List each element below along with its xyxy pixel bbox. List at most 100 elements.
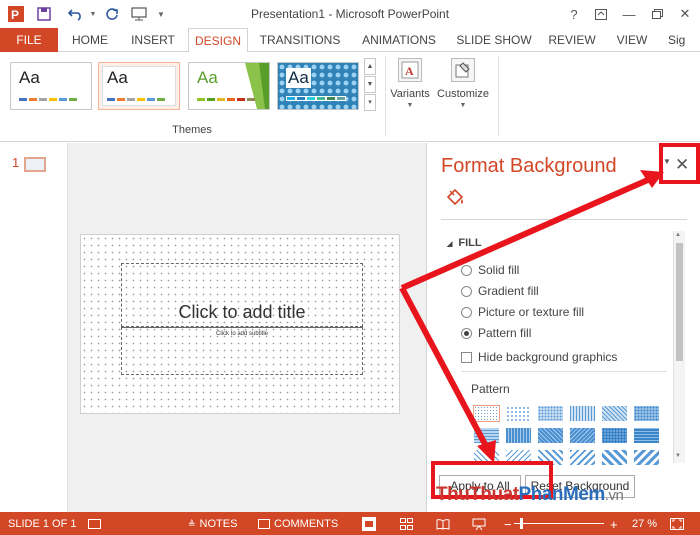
pane-scrollbar[interactable]: ▲ ▼ <box>673 231 685 463</box>
solid-fill-option[interactable]: Solid fill <box>461 262 519 278</box>
notes-button[interactable]: ≜ NOTES <box>188 517 237 531</box>
pattern-swatch[interactable] <box>633 449 660 466</box>
pattern-fill-label: Pattern fill <box>478 326 532 340</box>
pane-title: Format Background <box>441 155 617 177</box>
reading-view-icon[interactable] <box>436 517 450 531</box>
gallery-scroll-up-icon[interactable]: ▲ <box>364 58 376 75</box>
zoom-level[interactable]: 27 % <box>632 517 657 531</box>
tab-animations[interactable]: ANIMATIONS <box>352 28 446 52</box>
variants-button[interactable]: A Variants ▼ <box>380 56 440 122</box>
pattern-swatch[interactable] <box>537 449 564 466</box>
tab-design[interactable]: DESIGN <box>188 28 248 53</box>
site-watermark: ThuThuatPhanMem.vn <box>436 484 624 505</box>
gradient-fill-label: Gradient fill <box>478 284 539 298</box>
hide-graphics-checkbox[interactable] <box>461 351 472 363</box>
pattern-swatch[interactable] <box>633 427 660 444</box>
comments-button[interactable]: COMMENTS <box>258 517 338 531</box>
fit-to-window-icon[interactable] <box>670 517 684 531</box>
subtitle-placeholder[interactable]: Click to add subtitle <box>121 327 363 375</box>
themes-group-label: Themes <box>172 124 212 136</box>
pattern-label: Pattern <box>471 382 510 396</box>
format-background-pane: Format Background ▼ ✕ ◢ FILL Solid fill G… <box>426 143 700 512</box>
fill-section-header[interactable]: ◢ FILL <box>447 237 482 249</box>
pattern-swatch[interactable] <box>505 427 532 444</box>
hide-graphics-label: Hide background graphics <box>478 350 618 364</box>
variants-icon: A <box>398 58 422 82</box>
comments-icon <box>258 519 270 529</box>
theme-sample-text: Aa <box>197 68 218 87</box>
solid-fill-radio[interactable] <box>461 264 472 276</box>
tab-review[interactable]: REVIEW <box>544 28 600 52</box>
tab-signed-in[interactable]: Sig <box>668 28 700 52</box>
pattern-swatch[interactable] <box>569 427 596 444</box>
slide-editor: Click to add title Click to add subtitle <box>68 143 426 512</box>
collapse-triangle-icon: ◢ <box>447 241 453 248</box>
pane-close-button[interactable]: ✕ <box>675 155 689 175</box>
pattern-swatch[interactable] <box>473 405 500 422</box>
theme-office[interactable]: Aa <box>10 62 92 110</box>
scrollbar-thumb[interactable] <box>676 243 683 361</box>
fill-bucket-icon[interactable] <box>445 187 465 209</box>
pattern-swatch[interactable] <box>473 427 500 444</box>
pattern-swatch[interactable] <box>601 449 628 466</box>
zoom-in-button[interactable]: + <box>610 517 618 532</box>
title-placeholder-text: Click to add title <box>178 302 306 322</box>
pattern-fill-radio[interactable] <box>461 327 472 339</box>
notes-icon: ≜ <box>188 518 196 529</box>
pattern-fill-option[interactable]: Pattern fill <box>461 325 531 341</box>
help-button[interactable]: ? <box>563 4 585 24</box>
slide-canvas[interactable]: Click to add title Click to add subtitle <box>80 234 400 414</box>
hide-background-graphics-option[interactable]: Hide background graphics <box>461 349 617 365</box>
ribbon-display-options-icon[interactable] <box>590 4 612 24</box>
pattern-gallery <box>473 405 665 466</box>
pattern-swatch[interactable] <box>601 427 628 444</box>
pattern-swatch[interactable] <box>601 405 628 422</box>
normal-view-icon[interactable] <box>362 517 376 531</box>
gradient-fill-option[interactable]: Gradient fill <box>461 283 539 299</box>
ribbon-tabs: FILE HOME INSERT DESIGN TRANSITIONS ANIM… <box>0 28 700 53</box>
pattern-swatch[interactable] <box>569 405 596 422</box>
customize-icon <box>451 58 475 82</box>
picture-fill-option[interactable]: Picture or texture fill <box>461 304 584 320</box>
theme-integral[interactable]: Aa <box>277 62 359 110</box>
picture-fill-label: Picture or texture fill <box>478 305 585 319</box>
tab-file[interactable]: FILE <box>0 28 58 52</box>
tab-insert[interactable]: INSERT <box>124 28 182 52</box>
pattern-swatch[interactable] <box>537 405 564 422</box>
tab-home[interactable]: HOME <box>64 28 116 52</box>
theme-office-selected[interactable]: Aa <box>98 62 180 110</box>
tab-slide-show[interactable]: SLIDE SHOW <box>452 28 536 52</box>
pane-options-icon[interactable]: ▼ <box>663 157 671 166</box>
pattern-swatch[interactable] <box>633 405 660 422</box>
slide-sorter-icon[interactable] <box>400 517 413 531</box>
gallery-more-icon[interactable]: ▾ <box>364 94 376 111</box>
scroll-up-icon[interactable]: ▲ <box>675 232 681 238</box>
customize-label: Customize <box>437 88 489 100</box>
spell-check-icon[interactable] <box>88 517 105 531</box>
zoom-out-button[interactable]: − <box>504 517 512 532</box>
pattern-swatch[interactable] <box>569 449 596 466</box>
design-ribbon: Aa Aa Aa Aa ▲ ▼ ▾ Themes A Variants ▼ Cu… <box>0 52 700 187</box>
tab-view[interactable]: VIEW <box>608 28 656 52</box>
minimize-button[interactable]: — <box>618 4 640 24</box>
close-window-button[interactable]: ✕ <box>674 4 696 24</box>
slide-show-icon[interactable] <box>472 517 486 531</box>
theme-facet[interactable]: Aa <box>188 62 270 110</box>
tab-transitions[interactable]: TRANSITIONS <box>254 28 346 52</box>
solid-fill-label: Solid fill <box>478 263 520 277</box>
zoom-slider[interactable] <box>514 523 604 524</box>
picture-fill-radio[interactable] <box>461 306 472 318</box>
slide-thumbnail-pane: 1 <box>0 143 68 512</box>
title-placeholder[interactable]: Click to add title <box>121 263 363 327</box>
zoom-slider-thumb[interactable] <box>520 518 523 529</box>
maximize-icon[interactable] <box>646 4 668 24</box>
pattern-swatch[interactable] <box>505 449 532 466</box>
customize-button[interactable]: Customize ▼ <box>432 56 494 122</box>
scroll-down-icon[interactable]: ▼ <box>675 453 681 459</box>
pattern-swatch[interactable] <box>505 405 532 422</box>
gradient-fill-radio[interactable] <box>461 285 472 297</box>
slide-thumbnail[interactable] <box>24 157 46 172</box>
pattern-swatch[interactable] <box>473 449 500 466</box>
gallery-scroll-down-icon[interactable]: ▼ <box>364 76 376 93</box>
pattern-swatch[interactable] <box>537 427 564 444</box>
